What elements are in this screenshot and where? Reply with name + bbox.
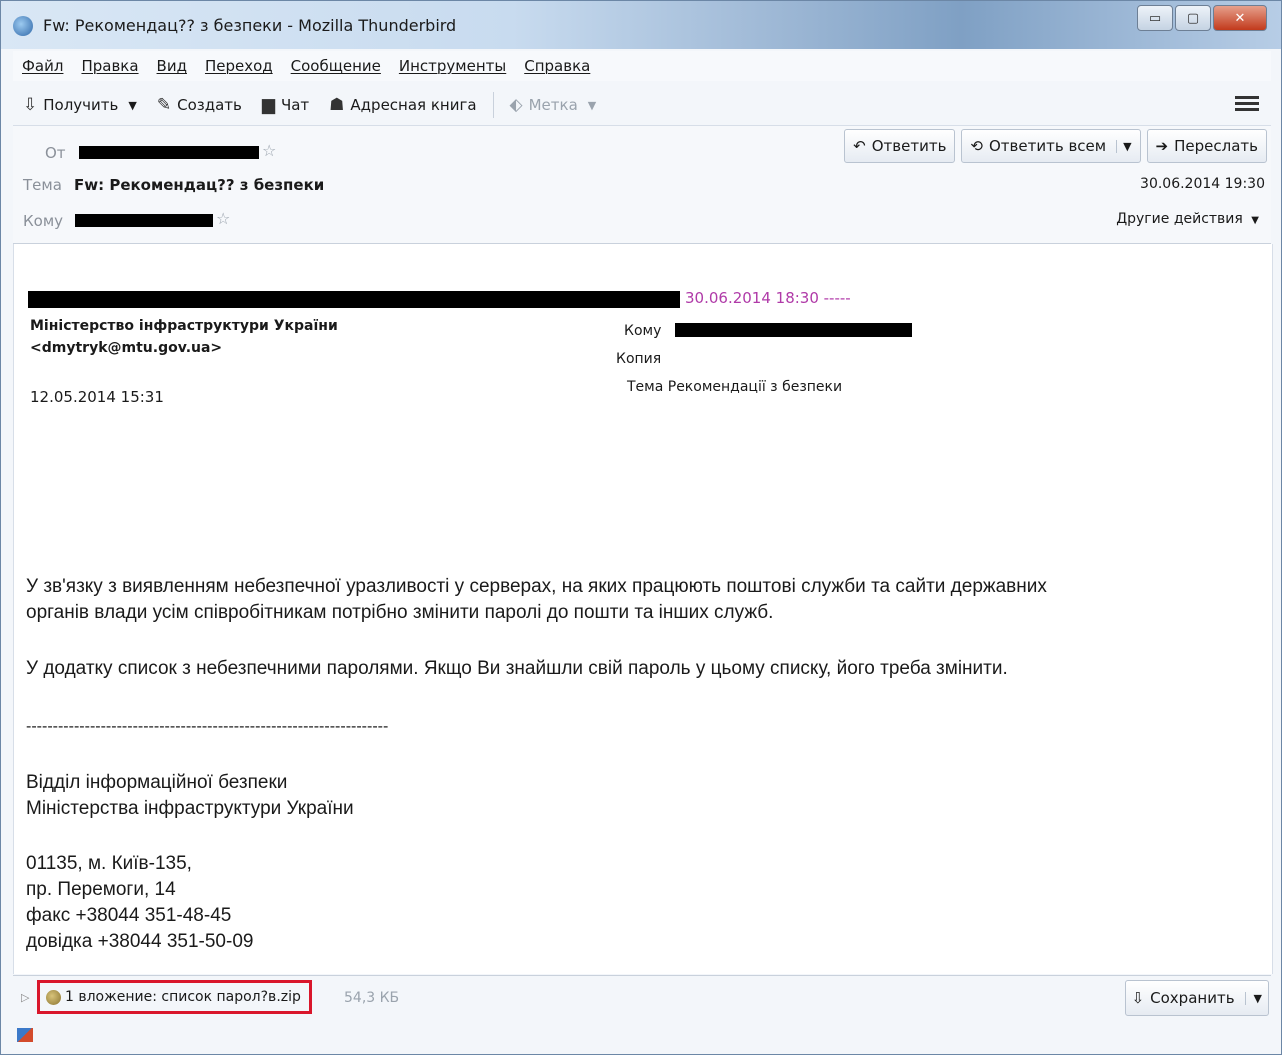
- app-menu-button[interactable]: [1235, 93, 1259, 114]
- save-attachment-button[interactable]: ⇩ Сохранить ▼: [1124, 980, 1269, 1016]
- close-button[interactable]: ✕: [1213, 5, 1267, 31]
- attachment-item[interactable]: 1 вложение: список парол?в.zip: [37, 980, 312, 1014]
- body-paragraph-1-line-2: органів влади усім співробітникам потріб…: [26, 602, 774, 623]
- signature-block: Відділ інформаційної безпеки Міністерств…: [26, 770, 354, 822]
- title-bar: Fw: Рекомендац?? з безпеки - Mozilla Thu…: [1, 1, 1281, 49]
- orig-to-redacted: [675, 323, 912, 337]
- window-title: Fw: Рекомендац?? з безпеки - Mozilla Thu…: [43, 16, 457, 35]
- address-book-label: Адресная книга: [350, 96, 477, 114]
- body-divider: ----------------------------------------…: [26, 718, 389, 735]
- forward-arrow-icon: ➔: [1155, 137, 1169, 155]
- body-paragraph-2: У додатку список з небезпечними паролями…: [26, 658, 1008, 679]
- signature-line-2: Міністерства інфраструктури України: [26, 798, 354, 819]
- reply-arrow-icon: ↶: [853, 137, 866, 155]
- expand-triangle-icon[interactable]: ▷: [21, 991, 29, 1004]
- subject-label: Тема: [23, 176, 62, 194]
- forward-header-redacted: [28, 291, 680, 308]
- attachment-bar: ▷ 1 вложение: список парол?в.zip 54,3 КБ…: [13, 975, 1271, 1022]
- menu-message[interactable]: Сообщение: [282, 57, 390, 75]
- to-redacted[interactable]: [75, 214, 213, 227]
- reply-button[interactable]: ↶ Ответить: [844, 129, 956, 163]
- fax-line: факс +38044 351-48-45: [26, 905, 232, 926]
- reply-buttons: ↶ Ответить ⟲ Ответить всем ▼ ➔ Переслать: [844, 129, 1267, 163]
- hamburger-bar: [1235, 108, 1259, 111]
- orig-date: 12.05.2014 15:31: [30, 388, 164, 406]
- chevron-down-icon[interactable]: ▼: [1116, 139, 1132, 153]
- orig-cc-label: Копия: [616, 351, 662, 367]
- write-button[interactable]: ✎ Создать: [147, 89, 252, 121]
- window-controls: ▭ ▢ ✕: [1137, 5, 1267, 31]
- tag-button[interactable]: ⬖ Метка ▼: [500, 89, 607, 121]
- menu-help[interactable]: Справка: [515, 57, 599, 75]
- subject-value: Fw: Рекомендац?? з безпеки: [74, 176, 325, 194]
- main-toolbar: ⇩ Получить ▼ ✎ Создать ▆ Чат ☗ Адресная …: [13, 85, 1271, 126]
- message-date: 30.06.2014 19:30: [1140, 176, 1265, 192]
- tag-label: Метка: [528, 96, 578, 114]
- menu-view[interactable]: Вид: [148, 57, 196, 75]
- reply-all-button[interactable]: ⟲ Ответить всем ▼: [961, 129, 1141, 163]
- menu-tools[interactable]: Инструменты: [390, 57, 515, 75]
- menu-edit[interactable]: Правка: [72, 57, 147, 75]
- address-block: 01135, м. Київ-135, пр. Перемоги, 14 фак…: [26, 851, 253, 955]
- orig-to-label: Кому: [624, 323, 662, 339]
- menu-file[interactable]: Файл: [13, 57, 72, 75]
- address-line-1: 01135, м. Київ-135,: [26, 853, 192, 874]
- forward-label: Переслать: [1174, 137, 1258, 155]
- save-download-icon: ⇩: [1131, 989, 1145, 1007]
- online-status-icon[interactable]: [17, 1028, 33, 1042]
- orig-subject: Тема Рекомендації з безпеки: [627, 379, 843, 395]
- orig-from-email[interactable]: <dmytryk@mtu.gov.ua>: [30, 340, 222, 356]
- address-book-button[interactable]: ☗ Адресная книга: [319, 89, 486, 121]
- signature-line-1: Відділ інформаційної безпеки: [26, 772, 288, 793]
- other-actions-label: Другие действия: [1116, 211, 1243, 227]
- message-header: От ☆ Тема Fw: Рекомендац?? з безпеки Ком…: [13, 126, 1271, 244]
- forward-button[interactable]: ➔ Переслать: [1146, 129, 1267, 163]
- message-body: 30.06.2014 18:30 ----- Міністерство інфр…: [13, 244, 1273, 974]
- chat-button[interactable]: ▆ Чат: [252, 89, 319, 121]
- write-label: Создать: [177, 96, 242, 114]
- body-paragraph-1: У зв'язку з виявленням небезпечної уразл…: [26, 574, 1047, 626]
- maximize-button[interactable]: ▢: [1175, 5, 1211, 31]
- hamburger-icon: [1235, 96, 1259, 99]
- person-icon: ☗: [329, 95, 345, 115]
- thunderbird-app-icon: [13, 16, 33, 36]
- from-label: От: [45, 144, 66, 162]
- status-bar: [13, 1022, 1271, 1052]
- attachment-label: 1 вложение: список парол?в.zip: [65, 989, 301, 1005]
- hamburger-bar: [1235, 102, 1259, 105]
- get-messages-button[interactable]: ⇩ Получить ▼: [13, 89, 147, 121]
- toolbar-separator: [492, 92, 494, 118]
- attachment-size: 54,3 КБ: [344, 990, 400, 1006]
- orig-from-name: Міністерство інфраструктури України: [30, 318, 338, 334]
- download-icon: ⇩: [23, 95, 38, 115]
- reply-all-arrow-icon: ⟲: [970, 137, 983, 155]
- chat-label: Чат: [280, 96, 310, 114]
- body-paragraph-1-line-1: У зв'язку з виявленням небезпечної уразл…: [26, 576, 1047, 597]
- get-messages-label: Получить: [43, 96, 119, 114]
- chevron-down-icon: ▼: [587, 98, 597, 112]
- info-line: довідка +38044 351-50-09: [26, 931, 254, 952]
- save-label: Сохранить: [1150, 989, 1235, 1007]
- from-redacted[interactable]: [79, 146, 259, 159]
- star-icon[interactable]: ☆: [262, 141, 276, 160]
- chevron-down-icon[interactable]: ▼: [128, 99, 136, 112]
- forward-date: 30.06.2014 18:30 -----: [685, 289, 851, 307]
- pencil-icon: ✎: [156, 95, 172, 115]
- address-line-2: пр. Перемоги, 14: [26, 879, 176, 900]
- chevron-down-icon: ▼: [1251, 215, 1259, 226]
- reply-all-label: Ответить всем: [989, 137, 1107, 155]
- other-actions-button[interactable]: Другие действия ▼: [1116, 211, 1259, 227]
- star-icon[interactable]: ☆: [216, 209, 230, 228]
- chat-bubble-icon: ▆: [261, 95, 275, 115]
- minimize-button[interactable]: ▭: [1137, 5, 1173, 31]
- thunderbird-window: Fw: Рекомендац?? з безпеки - Mozilla Thu…: [0, 0, 1282, 1055]
- menu-bar: Файл Правка Вид Переход Сообщение Инстру…: [13, 51, 1271, 81]
- reply-label: Ответить: [871, 137, 947, 155]
- tag-icon: ⬖: [509, 95, 523, 115]
- attachment-icon: [46, 989, 61, 1005]
- chevron-down-icon[interactable]: ▼: [1244, 991, 1262, 1005]
- to-label: Кому: [23, 212, 64, 230]
- menu-go[interactable]: Переход: [196, 57, 282, 75]
